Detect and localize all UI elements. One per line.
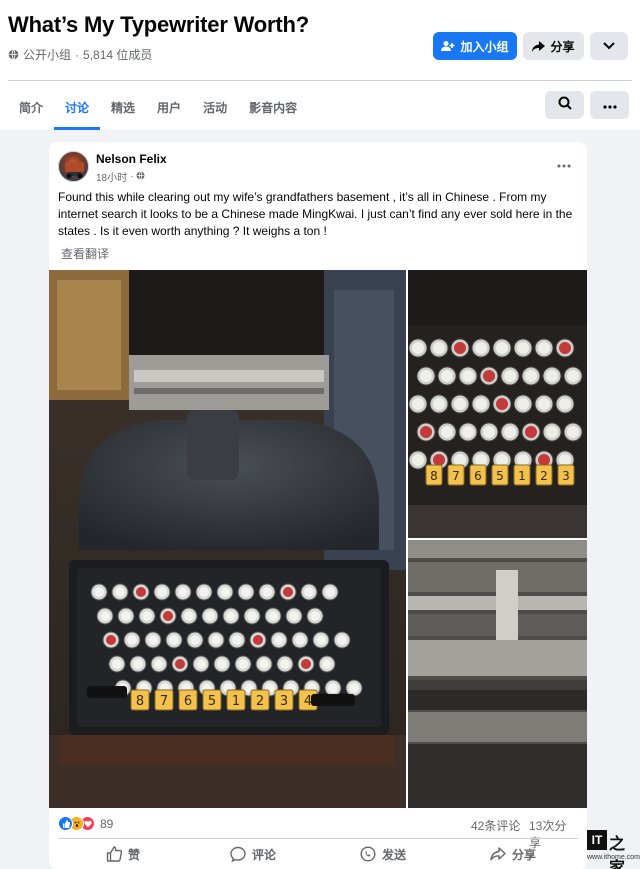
ithome-watermark: IT 之家 www.ithome.com — [587, 830, 640, 869]
watermark-site: www.ithome.com — [587, 854, 640, 861]
more-icon — [557, 155, 571, 173]
typewriter-carriage-photo[interactable] — [408, 540, 587, 808]
share-button[interactable]: 分享 — [448, 842, 578, 866]
group-join-icon — [441, 40, 455, 52]
send-label: 发送 — [381, 847, 406, 862]
like-label: 赞 — [127, 847, 140, 862]
reaction-count: 89 — [100, 816, 114, 831]
comment-icon — [230, 846, 246, 862]
post-stats: 89 42条评论 13次分享 — [58, 816, 578, 850]
join-group-button[interactable]: 加入小组 — [433, 32, 517, 60]
tab-people[interactable]: 用户 — [146, 84, 192, 130]
post-time-text[interactable]: 18小时 — [96, 169, 127, 184]
more-options-dropdown[interactable] — [590, 32, 628, 60]
avatar[interactable] — [58, 151, 89, 182]
typewriter-photo-main[interactable]: 8 7 6 5 1 2 3 4 — [49, 270, 406, 808]
like-reaction-icon — [58, 816, 73, 831]
share-icon — [490, 846, 506, 862]
post-time: 18小时 · — [96, 169, 145, 184]
share-label: 分享 — [511, 847, 536, 862]
group-meta: 公开小组 · 5,814 位成员 — [8, 46, 152, 63]
typewriter-keys-photo[interactable]: 8765123 — [408, 270, 587, 538]
post-options-button[interactable] — [554, 158, 574, 170]
join-group-label: 加入小组 — [460, 39, 509, 54]
see-translation-link[interactable]: 查看翻译 — [61, 245, 109, 262]
post-actions: 赞 评论 发送 分享 — [58, 842, 578, 866]
comment-button[interactable]: 评论 — [188, 842, 318, 866]
group-privacy: 公开小组 — [23, 48, 72, 62]
meta-separator: · — [75, 47, 80, 62]
tab-featured[interactable]: 精选 — [100, 84, 146, 130]
globe-icon — [8, 49, 19, 60]
time-separator: · — [130, 171, 134, 182]
globe-icon — [136, 170, 145, 183]
share-group-button[interactable]: 分享 — [523, 32, 584, 60]
group-tabs: 简介 讨论 精选 用户 活动 影音内容 — [8, 84, 308, 130]
search-button[interactable] — [545, 91, 584, 119]
tab-about[interactable]: 简介 — [8, 84, 54, 130]
share-group-label: 分享 — [550, 39, 575, 54]
post-author[interactable]: Nelson Felix — [96, 152, 167, 166]
svg-text:3: 3 — [280, 694, 288, 709]
more-icon — [602, 96, 617, 114]
svg-text:8: 8 — [430, 469, 438, 483]
comment-count[interactable]: 42条评论 — [471, 817, 520, 834]
send-icon — [360, 846, 376, 862]
svg-text:5: 5 — [496, 469, 504, 483]
tabs-more-button[interactable] — [590, 91, 629, 119]
post-card: Nelson Felix 18小时 · Found this while cle… — [49, 142, 587, 869]
svg-text:3: 3 — [562, 469, 570, 483]
svg-text:2: 2 — [540, 469, 548, 483]
svg-text:4: 4 — [304, 694, 312, 709]
watermark-logo: IT — [587, 830, 607, 850]
send-button[interactable]: 发送 — [318, 842, 448, 866]
header-divider — [8, 80, 632, 81]
like-button[interactable]: 赞 — [58, 842, 188, 866]
tab-events[interactable]: 活动 — [192, 84, 238, 130]
comment-label: 评论 — [251, 847, 276, 862]
svg-text:1: 1 — [232, 694, 240, 709]
svg-text:8: 8 — [136, 694, 144, 709]
chevron-down-icon — [603, 42, 615, 50]
like-icon — [106, 846, 122, 862]
svg-text:1: 1 — [518, 469, 526, 483]
tab-media[interactable]: 影音内容 — [238, 84, 308, 130]
group-member-count[interactable]: 5,814 位成员 — [83, 46, 152, 63]
group-header: What’s My Typewriter Worth? 公开小组 · 5,814… — [0, 0, 640, 130]
actions-divider — [58, 838, 578, 839]
svg-text:6: 6 — [184, 694, 192, 709]
reaction-summary[interactable]: 89 — [58, 816, 113, 831]
tab-discussion[interactable]: 讨论 — [54, 84, 101, 130]
svg-text:6: 6 — [474, 469, 482, 483]
search-icon — [558, 96, 572, 115]
svg-text:2: 2 — [256, 694, 264, 709]
svg-text:7: 7 — [160, 694, 168, 709]
group-title: What’s My Typewriter Worth? — [8, 12, 309, 37]
svg-text:7: 7 — [452, 469, 460, 483]
share-arrow-icon — [532, 40, 546, 52]
svg-text:5: 5 — [208, 694, 216, 709]
post-text: Found this while clearing out my wife’s … — [58, 190, 573, 238]
watermark-glyph: 之家 — [609, 836, 626, 869]
